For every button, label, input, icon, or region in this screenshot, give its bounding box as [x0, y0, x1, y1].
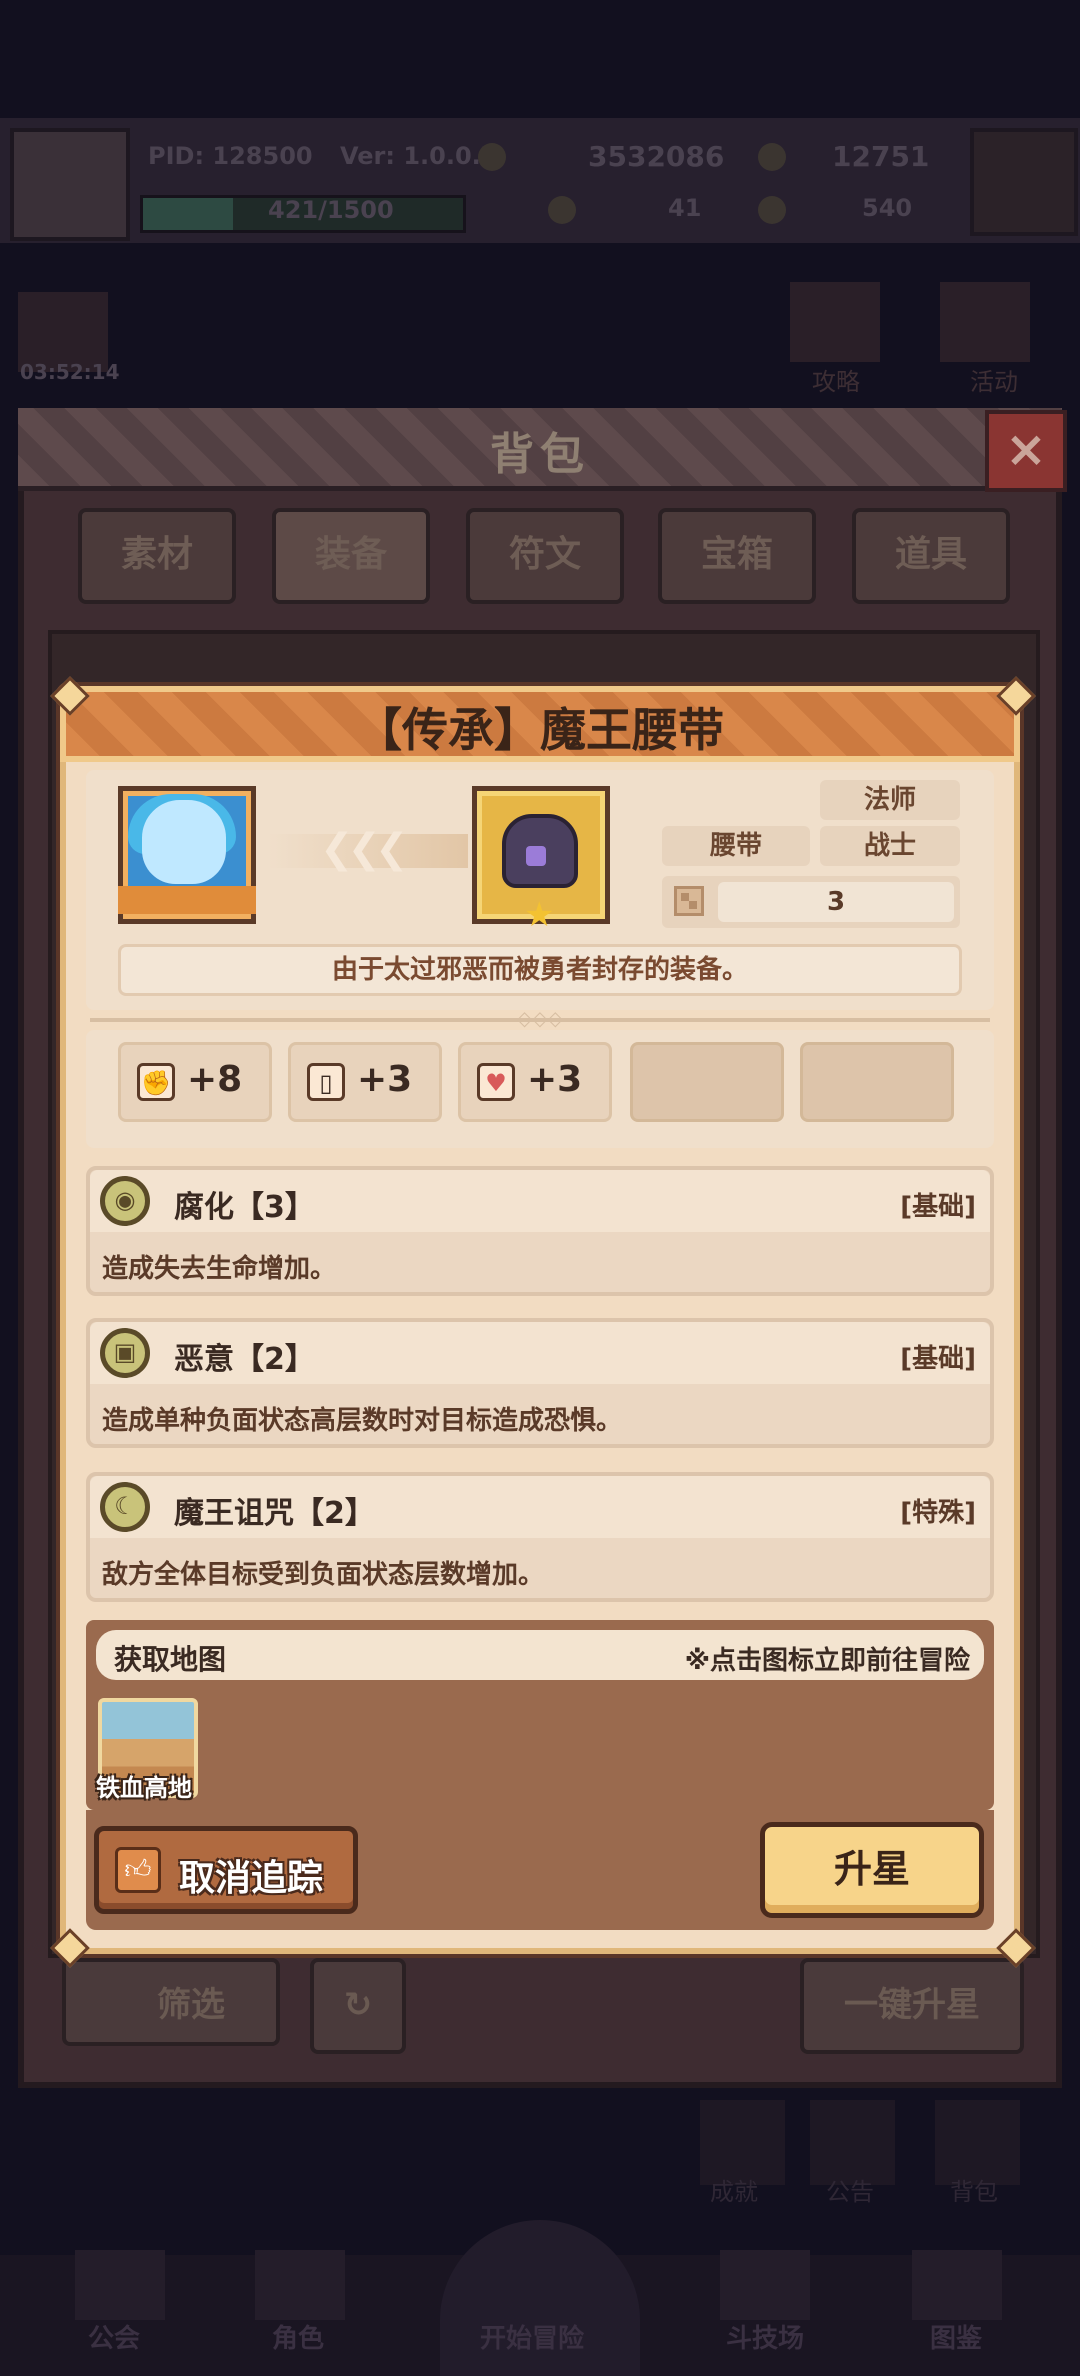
crescent-moon-icon: ☾: [100, 1482, 150, 1532]
skill-name: 恶意【2】: [174, 1342, 315, 1377]
tab-props[interactable]: 道具: [852, 508, 1010, 604]
class-tag-warrior: 战士: [820, 826, 960, 866]
upgrade-star-button[interactable]: 升星: [760, 1822, 984, 1918]
nav-start-adventure[interactable]: 开始冒险: [480, 2318, 584, 2355]
skill-type: [特殊]: [900, 1498, 976, 1528]
player-id: PID: 128500: [148, 142, 313, 170]
skill-card: ◉ 腐化【3】 [基础] 造成失去生命增加。: [86, 1166, 994, 1296]
arena-icon[interactable]: [720, 2250, 810, 2320]
nav-arena[interactable]: 斗技场: [726, 2318, 804, 2355]
class-tag-mage: 法师: [820, 780, 960, 820]
nav-codex[interactable]: 图鉴: [930, 2318, 982, 2355]
stat-value: +8: [187, 1059, 243, 1100]
event-timer: 03:52:14: [20, 360, 120, 384]
achievement-label: 成就: [710, 2178, 758, 2206]
divider-ornament: ◇◇◇: [516, 1006, 564, 1030]
slot-tag: 腰带: [662, 826, 810, 866]
notice-label: 公告: [826, 2178, 874, 2206]
gold-coin-icon: [478, 143, 506, 171]
stat-attack: ✊ +8: [118, 1042, 272, 1122]
clover-icon: [548, 196, 576, 224]
stat-value: +3: [527, 1059, 583, 1100]
malice-skill-icon: ▣: [100, 1328, 150, 1378]
thumbs-up-icon: 👍︎: [115, 1847, 161, 1893]
map-section-title: 获取地图: [114, 1643, 227, 1676]
player-avatar[interactable]: [10, 128, 130, 241]
fist-icon: ✊: [137, 1063, 175, 1101]
map-name[interactable]: 铁血高地: [96, 1768, 192, 1803]
ticket-icon: [758, 196, 786, 224]
stat-health: ♥ +3: [458, 1042, 612, 1122]
tab-materials[interactable]: 素材: [78, 508, 236, 604]
signature-value: 3: [718, 882, 954, 922]
skill-type: [基础]: [900, 1344, 976, 1374]
clover-amount: 41: [668, 194, 702, 222]
event-balloon-icon[interactable]: [940, 282, 1030, 362]
exp-text: 421/1500: [268, 196, 394, 224]
skill-name: 魔王诅咒【2】: [174, 1496, 375, 1531]
character-portrait-base: [118, 886, 256, 914]
map-section-hint: ※点击图标立即前往冒险: [684, 1646, 970, 1676]
codex-icon[interactable]: [912, 2250, 1002, 2320]
stat-empty-slot: [630, 1042, 784, 1122]
untrack-label: 取消追踪: [179, 1858, 324, 1899]
tab-runes[interactable]: 符文: [466, 508, 624, 604]
gold-amount: 3532086: [588, 140, 725, 173]
character-face: [142, 800, 226, 884]
character-icon[interactable]: [255, 2250, 345, 2320]
stat-empty-slot: [800, 1042, 954, 1122]
skill-description: 造成失去生命增加。: [102, 1254, 337, 1284]
book-icon: ▯: [307, 1063, 345, 1101]
close-icon[interactable]: ×: [985, 410, 1067, 492]
refresh-icon[interactable]: ↻: [310, 1958, 406, 2054]
skill-description: 造成单种负面状态高层数时对目标造成恐惧。: [102, 1406, 623, 1436]
backpack-shortcut-label: 背包: [950, 2178, 998, 2206]
stat-value: +3: [357, 1059, 413, 1100]
tab-chests[interactable]: 宝箱: [658, 508, 816, 604]
filter-button[interactable]: 筛选: [62, 1958, 280, 2046]
chevron-left-icon: ❮❮❮: [320, 826, 409, 872]
tab-equipment[interactable]: 装备: [272, 508, 430, 604]
stat-magic: ▯ +3: [288, 1042, 442, 1122]
gem-icon: [758, 143, 786, 171]
game-version: Ver: 1.0.0.7: [340, 142, 498, 170]
star-all-button[interactable]: 一键升星: [800, 1958, 1024, 2054]
gem-amount: 12751: [832, 140, 930, 173]
skill-description: 敌方全体目标受到负面状态层数增加。: [102, 1560, 545, 1590]
item-description: 由于太过邪恶而被勇者封存的装备。: [118, 944, 962, 996]
guide-label: 攻略: [812, 368, 860, 396]
event-label: 活动: [970, 368, 1018, 396]
item-title: 【传承】魔王腰带: [356, 703, 724, 757]
skill-card: ▣ 恶意【2】 [基础] 造成单种负面状态高层数时对目标造成恐惧。: [86, 1318, 994, 1448]
backpack-title: 背包: [490, 429, 590, 480]
nav-guild[interactable]: 公会: [88, 2318, 140, 2355]
untrack-button[interactable]: 👍︎ 取消追踪: [94, 1826, 358, 1914]
guild-icon[interactable]: [75, 2250, 165, 2320]
ticket-amount: 540: [862, 194, 913, 222]
skill-name: 腐化【3】: [174, 1190, 315, 1225]
skill-type: [基础]: [900, 1192, 976, 1222]
skill-card: ☾ 魔王诅咒【2】 [特殊] 敌方全体目标受到负面状态层数增加。: [86, 1472, 994, 1602]
belt-gem-icon: [526, 846, 546, 866]
heart-icon: ♥: [477, 1063, 515, 1101]
star-icon: ★: [524, 895, 555, 935]
nav-character[interactable]: 角色: [272, 2318, 324, 2355]
exp-bar-fill: [143, 198, 233, 230]
guide-icon[interactable]: [790, 282, 880, 362]
signature-icon: [674, 886, 704, 916]
corruption-skill-icon: ◉: [100, 1176, 150, 1226]
settings-gear-icon[interactable]: [970, 128, 1078, 236]
